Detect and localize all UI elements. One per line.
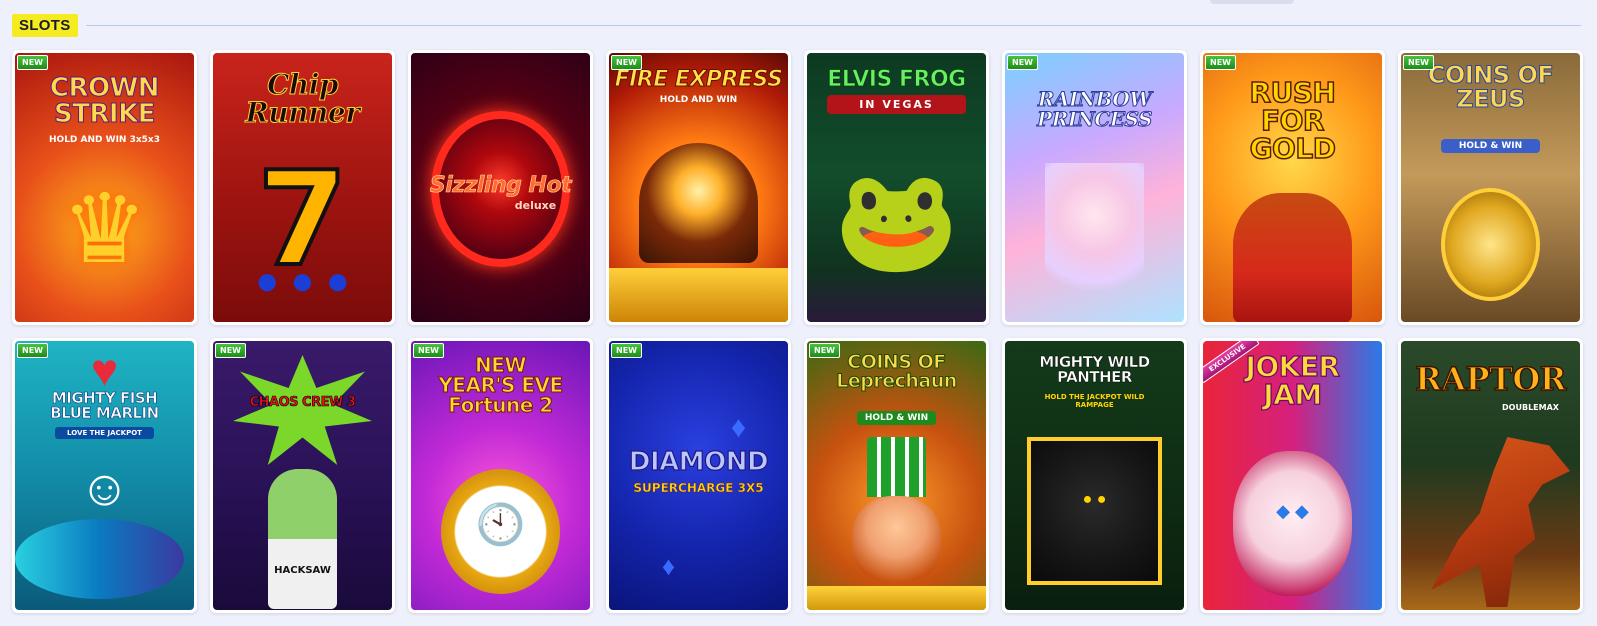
fruit-icon: ● ● ● [255,259,350,303]
top-tab-indicator [1210,0,1294,4]
miner-icon [1233,193,1352,322]
fisherman-icon: ☺ [78,460,131,516]
game-tile-rush-for-gold[interactable]: NEW RUSH FOR GOLD [1200,50,1385,325]
game-tile-crown-strike[interactable]: NEW CROWN STRIKE HOLD AND WIN 3x5x3 ♛ [12,50,197,325]
game-title: FIRE EXPRESS [614,67,783,92]
game-tile-new-years-eve[interactable]: NEW NEW YEAR'S EVE Fortune 2 🕙 [408,338,593,613]
princess-icon [1045,163,1144,313]
joker-eyes-icon: ◆ ◆ [1276,501,1309,521]
diamond-icon: ♦ [661,551,676,581]
game-title: RUSH FOR GOLD [1249,76,1337,165]
panther-eyes-icon: ● ● [1082,491,1107,508]
game-tile-mighty-wild-panther[interactable]: MIGHTY WILD PANTHER HOLD THE JACKPOT WIL… [1002,338,1187,613]
game-title: ELVIS FROG [827,67,967,92]
game-title: RAPTOR [1414,360,1567,398]
game-subtitle: HACKSAW [274,565,331,576]
section-header: SLOTS [12,10,1581,40]
game-tile-mighty-fish[interactable]: NEW ♥ MIGHTY FISH BLUE MARLIN LOVE THE J… [12,338,197,613]
new-badge: NEW [1403,55,1434,70]
leprechaun-hat-icon [867,437,926,497]
game-title: Sizzling Hot [429,173,572,198]
game-tile-diamond-supercharge[interactable]: NEW ♦ DIAMOND SUPERCHARGE 3X5 ♦ [606,338,791,613]
game-title: CROWN STRIKE [49,73,160,129]
game-title: RAINBOW PRINCESS [1037,87,1153,131]
burst-icon [233,355,372,465]
game-tile-fire-express[interactable]: NEW FIRE EXPRESS HOLD AND WIN [606,50,791,325]
crown-icon: ♛ [61,176,148,283]
game-tile-raptor[interactable]: RAPTOR DOUBLEMAX [1398,338,1583,613]
game-grid: NEW CROWN STRIKE HOLD AND WIN 3x5x3 ♛ Ch… [12,50,1583,613]
new-badge: NEW [1205,55,1236,70]
dinosaur-icon [1431,437,1570,607]
new-badge: NEW [1007,55,1038,70]
game-title: CHAOS CREW 3 [249,395,356,410]
new-badge: NEW [17,343,48,358]
game-subtitle: deluxe [514,199,557,212]
section-divider [85,24,1581,26]
joker-face-icon [1233,451,1352,596]
game-title: NEW YEAR'S EVE Fortune 2 [438,353,564,417]
new-badge: NEW [809,343,840,358]
new-badge: NEW [611,55,642,70]
train-icon [639,143,758,263]
game-tile-chaos-crew[interactable]: NEW CHAOS CREW 3 HACKSAW [210,338,395,613]
game-tile-chip-runner[interactable]: Chip Runner 7 ● ● ● [210,50,395,325]
game-subtitle: HOLD AND WIN [659,95,738,105]
section-title: SLOTS [12,13,78,37]
game-tile-joker-jam[interactable]: EXCLUSIVE JOKER JAM ◆ ◆ [1200,338,1385,613]
diamond-icon: ♦ [730,411,747,444]
game-subtitle: DOUBLEMAX [1502,403,1559,412]
new-badge: NEW [611,343,642,358]
new-badge: NEW [17,55,48,70]
game-tile-sizzling-hot[interactable]: Sizzling Hot deluxe [408,50,593,325]
game-tile-coins-of-zeus[interactable]: NEW COINS OF ZEUS HOLD & WIN [1398,50,1583,325]
new-badge: NEW [215,343,246,358]
game-subtitle: HOLD THE JACKPOT WILD RAMPAGE [1044,393,1145,409]
new-badge: NEW [413,343,444,358]
game-subtitle: HOLD AND WIN 3x5x3 [49,135,160,145]
game-tile-elvis-frog[interactable]: ELVIS FROG IN VEGAS 🐸 [804,50,989,325]
fish-icon [15,519,184,599]
game-subtitle: HOLD & WIN [1441,139,1540,153]
gold-coin-icon [1441,188,1540,301]
game-title: Chip Runner [245,68,360,129]
frog-icon: 🐸 [834,165,959,277]
game-title: COINS OF Leprechaun [836,351,958,392]
game-subtitle: LOVE THE JACKPOT [55,427,154,439]
zombie-icon [268,469,337,609]
clock-hands-icon: 🕙 [475,503,526,547]
gold-coins-icon [609,268,788,322]
gold-coins-icon [807,586,986,610]
game-title: MIGHTY FISH BLUE MARLIN [50,389,159,422]
game-tile-coins-of-leprechaun[interactable]: NEW COINS OF Leprechaun HOLD & WIN [804,338,989,613]
game-subtitle: HOLD & WIN [857,411,936,425]
panther-frame-icon [1027,437,1162,585]
game-tile-rainbow-princess[interactable]: NEW RAINBOW PRINCESS [1002,50,1187,325]
game-subtitle: IN VEGAS [827,95,966,114]
game-subtitle: SUPERCHARGE 3X5 [633,481,764,495]
leprechaun-icon [852,496,941,586]
game-title: MIGHTY WILD PANTHER [1039,353,1150,386]
game-title: DIAMOND [628,447,769,477]
game-title: COINS OF ZEUS [1427,61,1554,113]
